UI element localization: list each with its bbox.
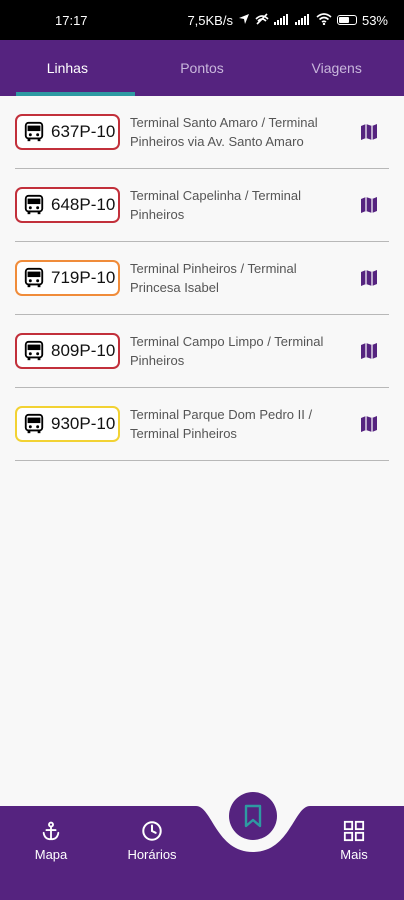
wifi-icon	[316, 12, 332, 28]
map-icon	[361, 343, 377, 359]
map-button[interactable]	[355, 414, 383, 434]
map-icon	[361, 124, 377, 140]
bus-icon	[24, 340, 44, 361]
route-code: 809P-10	[51, 341, 116, 360]
route-description: Terminal Santo Amaro / Terminal Pinheiro…	[130, 115, 318, 149]
route-badge: 809P-10	[15, 333, 120, 369]
map-icon	[361, 197, 377, 213]
map-button[interactable]	[355, 341, 383, 361]
route-code: 648P-10	[51, 195, 116, 214]
status-time: 17:17	[55, 12, 88, 28]
route-badge: 719P-10	[15, 260, 120, 296]
tab-viagens[interactable]: Viagens	[269, 40, 404, 96]
map-button[interactable]	[355, 122, 383, 142]
route-code: 930P-10	[51, 414, 116, 433]
nav-mapa-label: Mapa	[34, 847, 68, 862]
route-badge: 637P-10	[15, 114, 120, 150]
data-off-icon	[255, 12, 269, 28]
route-row[interactable]: 930P-10 Terminal Parque Dom Pedro II / T…	[15, 388, 389, 461]
bus-icon	[24, 413, 44, 434]
bus-icon	[24, 121, 44, 142]
route-code: 637P-10	[51, 122, 116, 141]
clock-icon	[142, 821, 162, 841]
route-description: Terminal Campo Limpo / Terminal Pinheiro…	[130, 334, 324, 368]
top-tab-bar: Linhas Pontos Viagens	[0, 40, 404, 96]
anchor-icon	[42, 821, 60, 841]
route-row[interactable]: 719P-10 Terminal Pinheiros / Terminal Pr…	[15, 242, 389, 315]
bookmark-icon	[244, 804, 262, 828]
map-icon	[361, 416, 377, 432]
route-code: 719P-10	[51, 268, 116, 287]
map-button[interactable]	[355, 195, 383, 215]
signal-icon	[273, 13, 290, 28]
tab-pontos[interactable]: Pontos	[135, 40, 270, 96]
bus-icon	[24, 267, 44, 288]
status-icons: 7,5KB/s 53%	[187, 13, 388, 28]
nav-horarios[interactable]: Horários	[107, 820, 197, 862]
tab-linhas[interactable]: Linhas	[0, 40, 135, 96]
nav-mais-label: Mais	[340, 847, 368, 862]
bottom-nav: Mapa Horários Mais	[0, 806, 404, 900]
battery-icon	[336, 15, 357, 25]
network-speed: 7,5KB/s	[187, 12, 233, 28]
nav-mapa[interactable]: Mapa	[6, 820, 96, 862]
map-button[interactable]	[355, 268, 383, 288]
nav-mais[interactable]: Mais	[309, 820, 399, 862]
map-icon	[361, 270, 377, 286]
route-row[interactable]: 809P-10 Terminal Campo Limpo / Terminal …	[15, 315, 389, 388]
grid-icon	[343, 820, 365, 842]
bookmark-button[interactable]	[229, 792, 277, 840]
route-description: Terminal Pinheiros / Terminal Princesa I…	[130, 261, 297, 295]
route-row[interactable]: 648P-10 Terminal Capelinha / Terminal Pi…	[15, 169, 389, 242]
bus-icon	[24, 194, 44, 215]
route-badge: 930P-10	[15, 406, 120, 442]
route-description: Terminal Parque Dom Pedro II / Terminal …	[130, 407, 313, 441]
battery-percent: 53%	[361, 12, 388, 28]
location-icon	[238, 13, 250, 28]
route-description: Terminal Capelinha / Terminal Pinheiros	[130, 188, 302, 222]
signal-icon-2	[294, 13, 311, 28]
route-badge: 648P-10	[15, 187, 120, 223]
nav-horarios-label: Horários	[127, 847, 177, 862]
route-list: 637P-10 Terminal Santo Amaro / Terminal …	[15, 96, 389, 461]
status-bar: 17:17 7,5KB/s 53%	[0, 0, 404, 40]
route-row[interactable]: 637P-10 Terminal Santo Amaro / Terminal …	[15, 96, 389, 169]
